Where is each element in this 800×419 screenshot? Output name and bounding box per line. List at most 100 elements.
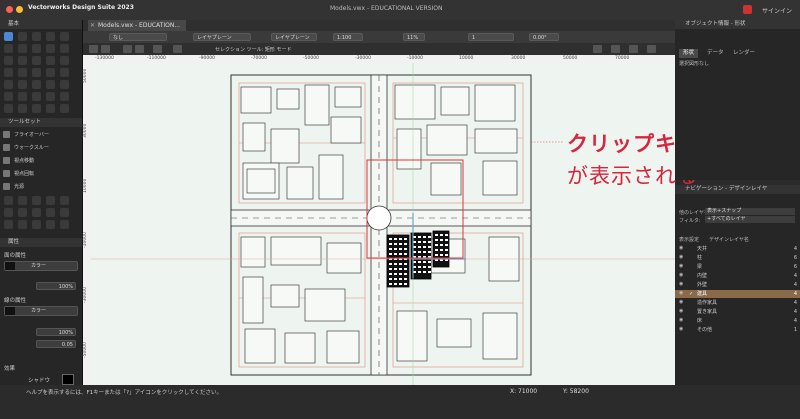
layer-row[interactable]: ◉ ✓ 建具 4: [675, 290, 800, 298]
toolset-tool-10[interactable]: [4, 220, 13, 229]
basic-tool-9[interactable]: [60, 44, 69, 53]
toolset-tool-9[interactable]: [60, 208, 69, 217]
fill-style-select[interactable]: カラー: [4, 261, 78, 271]
selection-mode-icon[interactable]: [89, 45, 98, 53]
notification-icon[interactable]: [743, 5, 752, 14]
toolset-item-walkthrough[interactable]: ウォークスルー: [3, 143, 49, 153]
basic-tool-17[interactable]: [32, 68, 41, 77]
visibility-eye-icon[interactable]: ◉: [679, 309, 685, 314]
render-mode-icon[interactable]: [629, 45, 638, 53]
other-layers-select[interactable]: 表示+スナップ: [705, 208, 795, 215]
toolset-tool-0[interactable]: [4, 196, 13, 205]
attributes-header[interactable]: 属性: [0, 238, 82, 247]
toolset-item-flyover[interactable]: フライオーバー: [3, 130, 49, 140]
basic-tool-4[interactable]: [60, 32, 69, 41]
basic-tool-6[interactable]: [18, 44, 27, 53]
rotation-field[interactable]: 0.00°: [529, 33, 559, 41]
basic-tool-26[interactable]: [18, 92, 27, 101]
toolset-header[interactable]: ツールセット: [0, 118, 82, 127]
active-layer-select[interactable]: 1: [468, 33, 514, 41]
basic-tool-32[interactable]: [32, 104, 41, 113]
layer-row[interactable]: ◉ その他 1: [675, 326, 800, 334]
toolset-tool-7[interactable]: [32, 208, 41, 217]
toolset-item-rotate[interactable]: 視点回転: [3, 169, 34, 179]
basic-tool-1[interactable]: [18, 32, 27, 41]
basic-tool-29[interactable]: [60, 92, 69, 101]
tab-render[interactable]: レンダー: [729, 49, 759, 58]
toolset-tool-14[interactable]: [60, 220, 69, 229]
layer-row[interactable]: ◉ 内壁 4: [675, 272, 800, 280]
basic-tool-28[interactable]: [46, 92, 55, 101]
minimize-window-button[interactable]: [16, 6, 23, 13]
navigation-header[interactable]: ナビゲーション - デザインレイヤ: [675, 185, 800, 194]
basic-tool-3[interactable]: [46, 32, 55, 41]
visibility-eye-icon[interactable]: ◉: [679, 255, 685, 260]
object-info-header[interactable]: オブジェクト情報 - 形状: [675, 20, 800, 29]
drawing-canvas[interactable]: [91, 63, 675, 385]
basic-tool-25[interactable]: [4, 92, 13, 101]
visibility-eye-icon[interactable]: ◉: [679, 246, 685, 251]
basic-tool-31[interactable]: [18, 104, 27, 113]
basic-tool-0[interactable]: [4, 32, 13, 41]
visibility-eye-icon[interactable]: ◉: [679, 282, 685, 287]
lasso-mode-icon[interactable]: [135, 45, 144, 53]
snap-icon[interactable]: [593, 45, 602, 53]
toolset-tool-6[interactable]: [18, 208, 27, 217]
basic-tool-2[interactable]: [32, 32, 41, 41]
visibility-eye-icon[interactable]: ◉: [679, 264, 685, 269]
view-options-icon[interactable]: [611, 45, 620, 53]
toolset-item-pan[interactable]: 視点移動: [3, 156, 34, 166]
layer-row[interactable]: ◉ 造作家具 4: [675, 299, 800, 307]
basic-tool-23[interactable]: [46, 80, 55, 89]
basic-tool-12[interactable]: [32, 56, 41, 65]
toolset-tool-3[interactable]: [46, 196, 55, 205]
tab-shape[interactable]: 形状: [679, 49, 699, 58]
basic-tool-18[interactable]: [46, 68, 55, 77]
visibility-eye-icon[interactable]: ◉: [679, 327, 685, 332]
toolset-tool-2[interactable]: [32, 196, 41, 205]
basic-tool-19[interactable]: [60, 68, 69, 77]
signin-button[interactable]: サインイン: [762, 6, 792, 15]
basic-tool-16[interactable]: [18, 68, 27, 77]
line-weight-field[interactable]: 0.05: [36, 340, 76, 348]
basic-tool-15[interactable]: [4, 68, 13, 77]
toolset-tool-11[interactable]: [18, 220, 27, 229]
filter-select[interactable]: +すべてのレイヤ: [705, 216, 795, 223]
basic-tool-34[interactable]: [60, 104, 69, 113]
basic-tool-20[interactable]: [4, 80, 13, 89]
close-tab-icon[interactable]: ✕: [90, 20, 95, 31]
transform-mode-icon[interactable]: [101, 45, 110, 53]
layer-select[interactable]: レイヤプレーン: [193, 33, 251, 41]
basic-tool-5[interactable]: [4, 44, 13, 53]
shadow-swatch[interactable]: [62, 374, 74, 385]
fill-opacity-field[interactable]: 100%: [36, 282, 76, 290]
layer-row[interactable]: ◉ 置き家具 4: [675, 308, 800, 316]
basic-tool-13[interactable]: [46, 56, 55, 65]
basic-tool-22[interactable]: [32, 80, 41, 89]
close-window-button[interactable]: [6, 6, 13, 13]
toolset-tool-12[interactable]: [32, 220, 41, 229]
layer-row[interactable]: ◉ 外壁 4: [675, 281, 800, 289]
projection-icon[interactable]: [647, 45, 656, 53]
toolset-tool-5[interactable]: [4, 208, 13, 217]
settings-mode-icon[interactable]: [173, 45, 182, 53]
rectangle-mode-icon[interactable]: [123, 45, 132, 53]
pen-style-select[interactable]: カラー: [4, 306, 78, 316]
basic-tool-33[interactable]: [46, 104, 55, 113]
layer-row[interactable]: ◉ 床 4: [675, 317, 800, 325]
scale-field[interactable]: 1:100: [333, 33, 363, 41]
basic-tool-21[interactable]: [18, 80, 27, 89]
basic-tool-11[interactable]: [18, 56, 27, 65]
visibility-eye-icon[interactable]: ◉: [679, 273, 685, 278]
basic-tool-10[interactable]: [4, 56, 13, 65]
toolset-tool-13[interactable]: [46, 220, 55, 229]
class-select[interactable]: なし: [109, 33, 167, 41]
pen-opacity-field[interactable]: 100%: [36, 328, 76, 336]
zoom-field[interactable]: 11%: [403, 33, 425, 41]
toolset-tool-4[interactable]: [60, 196, 69, 205]
layer-row[interactable]: ◉ 天井 4: [675, 245, 800, 253]
toolset-tool-1[interactable]: [18, 196, 27, 205]
visibility-eye-icon[interactable]: ◉: [679, 291, 685, 296]
document-tab[interactable]: ✕ Models.vwx - EDUCATION...: [88, 20, 186, 31]
basic-tool-14[interactable]: [60, 56, 69, 65]
